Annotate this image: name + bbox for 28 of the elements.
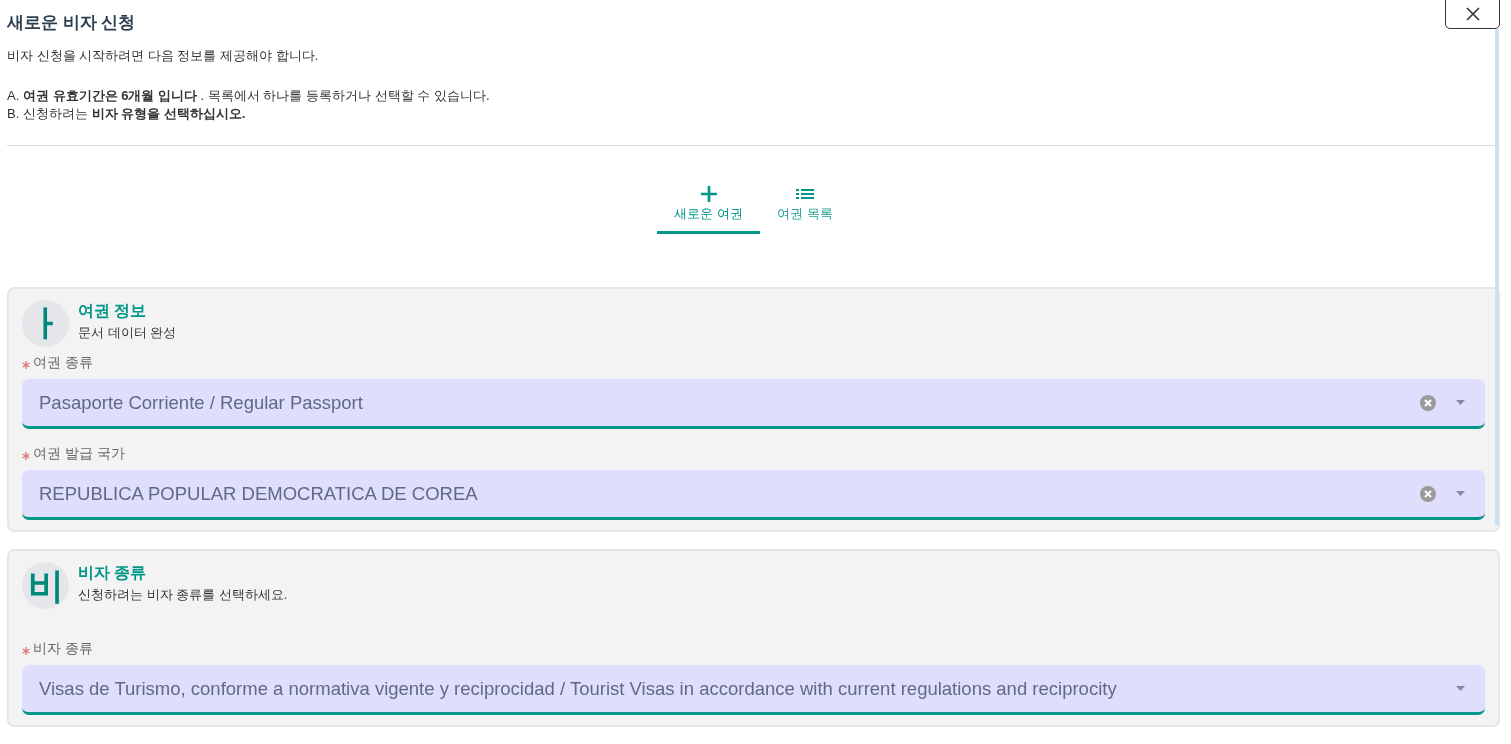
field-label: 여권 발급 국가 — [33, 444, 125, 463]
caret-icon[interactable] — [1456, 686, 1465, 691]
close-icon[interactable] — [1465, 7, 1480, 21]
plus-icon[interactable] — [698, 186, 719, 202]
intro-text: 비자 신청을 시작하려면 다음 정보를 제공해야 합니다. — [7, 47, 320, 65]
section-avatar: ㅏ — [22, 300, 69, 347]
select-field[interactable]: REPUBLICA POPULAR DEMOCRATICA DE COREA — [22, 470, 1485, 520]
caret-icon[interactable] — [1456, 400, 1465, 405]
tab[interactable]: 새로운 여권 — [657, 186, 760, 234]
instruction-text: A. 여권 유효기간은 6개월 입니다 . 목록에서 하나를 등록하거나 선택할 수 있습니다. — [7, 87, 491, 105]
field-label: 여권 종류 — [33, 353, 93, 372]
tab[interactable]: 여권 목록 — [760, 186, 850, 234]
select-field[interactable]: Pasaporte Corriente / Regular Passport — [22, 379, 1485, 429]
select-field[interactable]: Visas de Turismo, conforme a normativa vigente y reciprocidad / Tourist Visas in accordance with current regulations and reciprocity — [22, 665, 1485, 715]
dialog-title: 새로운 비자 신청 — [7, 12, 136, 34]
instruction-text: B. 신청하려는 비자 유형을 선택하십시오. — [7, 105, 247, 123]
section-subtitle: 문서 데이터 완성 — [78, 324, 177, 342]
caret-icon[interactable] — [1456, 491, 1465, 496]
section-avatar: 비 — [22, 562, 69, 609]
clear-icon[interactable] — [1420, 485, 1436, 502]
section-title: 여권 정보 — [78, 301, 148, 321]
clear-icon[interactable] — [1420, 394, 1436, 411]
section-title: 비자 종류 — [78, 563, 148, 583]
scrollbar[interactable] — [1495, 29, 1499, 525]
close-button[interactable] — [1445, 0, 1500, 29]
list-icon[interactable] — [794, 186, 815, 202]
section-subtitle: 신청하려는 비자 종류를 선택하세요. — [78, 586, 288, 604]
field-label: 비자 종류 — [33, 639, 93, 658]
